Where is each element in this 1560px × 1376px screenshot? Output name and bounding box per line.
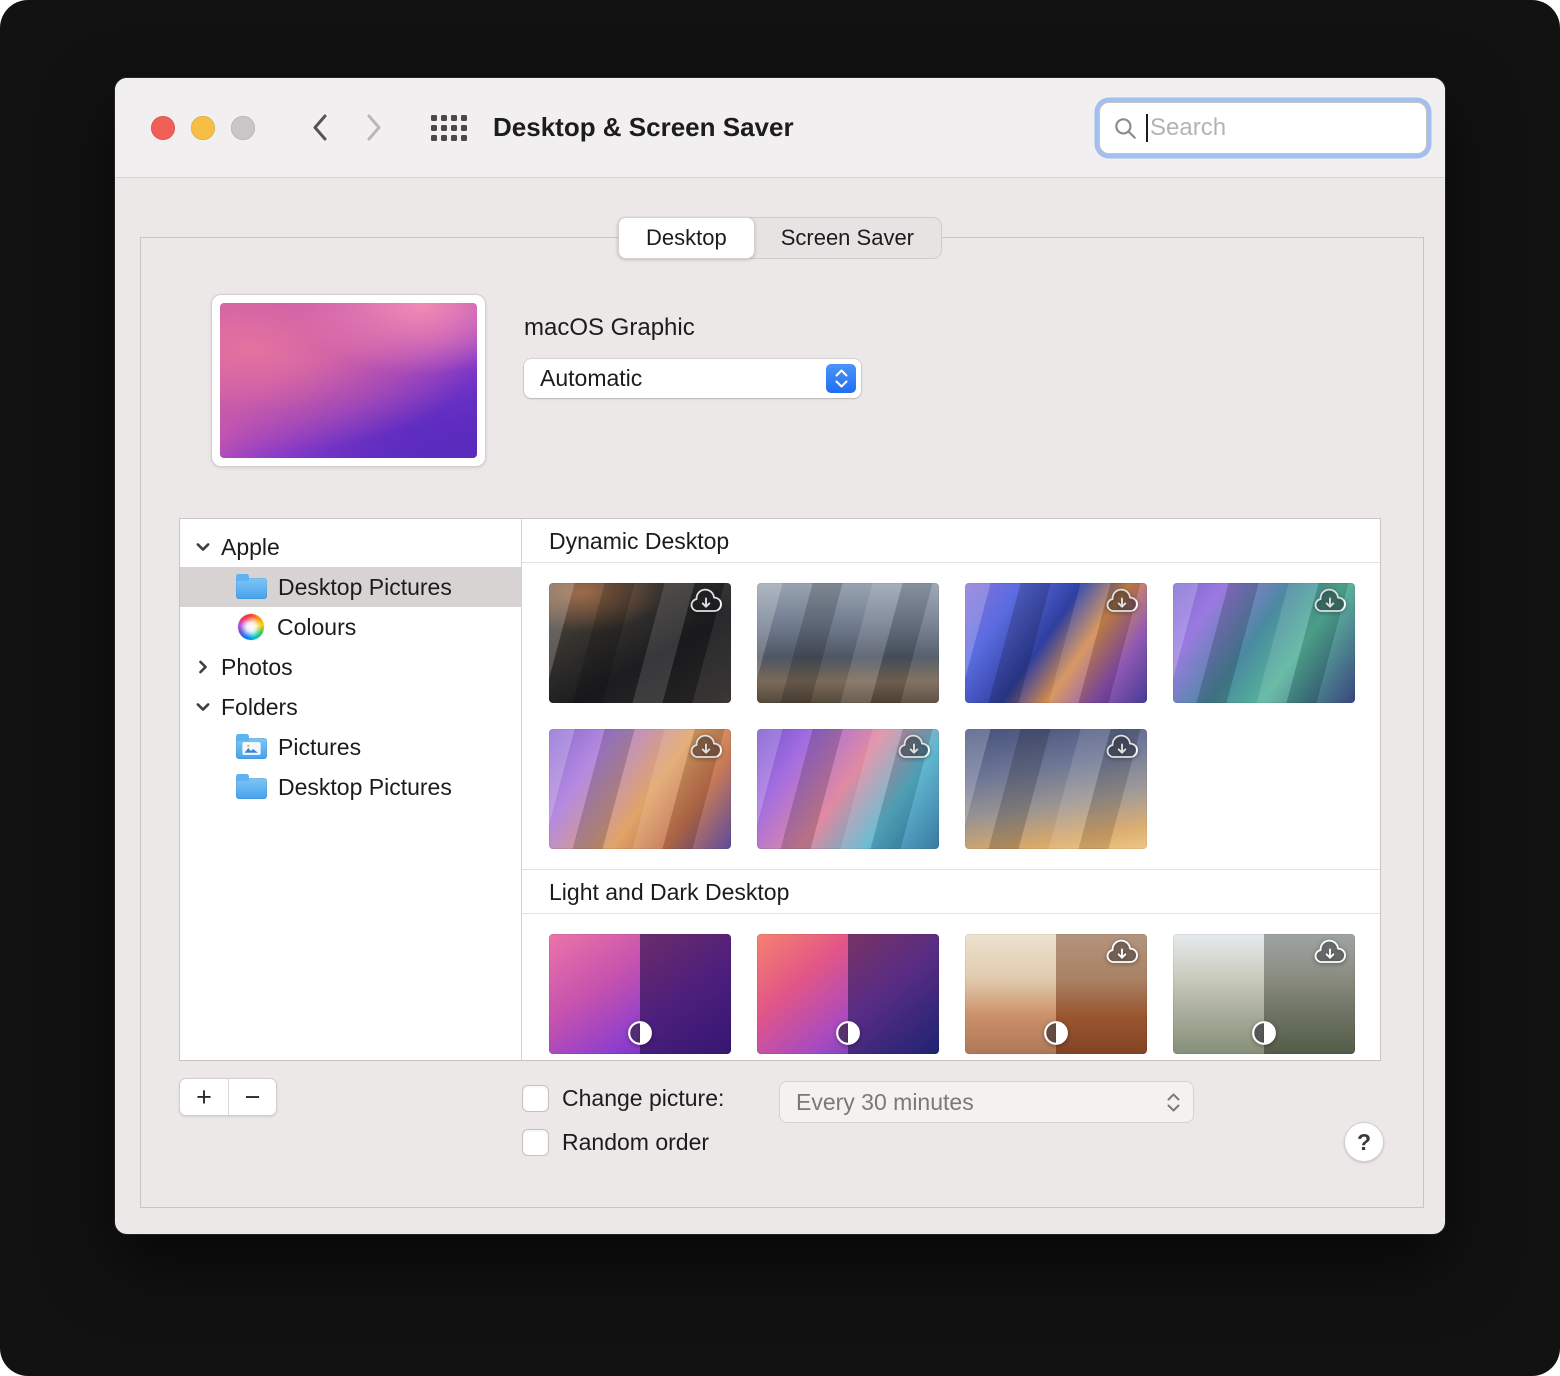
wallpaper-thumbnail-white-desert-rocks[interactable] [965,934,1147,1054]
add-button[interactable]: + [180,1079,228,1115]
section-title: Dynamic Desktop [522,519,1380,563]
add-remove-control: + − [179,1078,277,1116]
download-cloud-icon [1314,939,1346,963]
close-button[interactable] [151,115,175,140]
desktop-background: Desktop & Screen Saver Desktop Screen Sa… [0,0,1560,1376]
change-picture-label: Change picture: [562,1085,725,1111]
sidebar-item-label: Colours [277,613,357,640]
sidebar-group-apple[interactable]: Apple [180,527,521,567]
random-order-row: Random order [522,1129,709,1156]
remove-button[interactable]: − [228,1079,276,1115]
wallpaper-pane: Dynamic Desktop Light and Dark Desktop [522,519,1380,1060]
sidebar-item-label: Desktop Pictures [278,573,452,600]
wallpaper-preview [220,303,477,458]
color-wheel-icon [238,614,264,640]
search-field[interactable] [1099,101,1427,154]
forward-button[interactable] [366,114,383,141]
light-dark-icon [1252,1021,1276,1045]
sidebar-item-desktop-pictures[interactable]: Desktop Pictures [180,767,521,807]
minimize-button[interactable] [191,115,215,140]
tab-desktop[interactable]: Desktop [617,217,755,259]
change-picture-checkbox[interactable] [522,1085,549,1112]
chevron-down-icon[interactable] [194,698,212,716]
select-stepper-icon [1158,1087,1188,1117]
folder-icon [236,574,267,599]
download-cloud-icon [1106,734,1138,758]
system-preferences-window: Desktop & Screen Saver Desktop Screen Sa… [115,78,1445,1234]
zoom-button[interactable] [231,115,255,140]
source-list: Apple Desktop Pictures Colours Photos Folder… [180,519,522,1060]
sidebar-item-pictures[interactable]: Pictures [180,727,521,767]
appearance-select-value: Automatic [540,365,643,391]
wallpaper-thumbnail-graphic-coast-road[interactable] [965,583,1147,703]
interval-select[interactable]: Every 30 minutes [779,1081,1194,1123]
window-controls [151,115,255,140]
chevron-right-icon[interactable] [194,658,212,676]
sidebar-item-colours[interactable]: Colours [180,607,521,647]
select-stepper-icon [826,364,856,393]
wallpaper-thumbnail-graphic-lake[interactable] [1173,583,1355,703]
back-button[interactable] [311,114,328,141]
sidebar-group-folders[interactable]: Folders [180,687,521,727]
wallpaper-thumbnail-dark-rocky-coast[interactable] [549,583,731,703]
sidebar-group-photos[interactable]: Photos [180,647,521,687]
change-picture-row: Change picture: [522,1085,724,1112]
download-cloud-icon [1314,588,1346,612]
light-dark-icon [628,1021,652,1045]
wallpaper-thumbnail-solar-gradient[interactable] [965,729,1147,849]
section-light-and-dark-desktop: Light and Dark Desktop [522,869,1380,1060]
window-content: Desktop Screen Saver macOS Graphic Autom… [115,178,1445,1233]
desktop-panel: macOS Graphic Automatic Apple Desktop Pic… [140,237,1424,1208]
wallpaper-name: macOS Graphic [524,314,695,341]
tab-bar: Desktop Screen Saver [617,217,943,259]
chevron-left-icon [313,114,327,141]
sidebar-group-label: Apple [221,533,280,560]
chevron-right-icon [367,114,381,141]
download-cloud-icon [1106,588,1138,612]
wallpaper-thumbnail-island-dusk[interactable] [757,583,939,703]
download-cloud-icon [690,734,722,758]
wallpaper-thumbnail-purple-gradient-waves[interactable] [549,934,731,1054]
show-all-grid-icon[interactable] [431,114,467,141]
help-button[interactable]: ? [1344,1122,1384,1162]
window-title: Desktop & Screen Saver [493,112,794,142]
search-icon [1115,117,1136,139]
wallpaper-thumbnail-red-blue-waves[interactable] [757,934,939,1054]
section-dynamic-desktop: Dynamic Desktop [522,519,1380,869]
wallpaper-thumbnail-graphic-desert[interactable] [549,729,731,849]
chevron-down-icon[interactable] [194,538,212,556]
thumbnail-grid [522,914,1380,1060]
download-cloud-icon [690,588,722,612]
random-order-label: Random order [562,1129,710,1155]
wallpaper-thumbnail-striated-hills[interactable] [1173,934,1355,1054]
download-cloud-icon [1106,939,1138,963]
tab-screen-saver[interactable]: Screen Saver [754,218,941,258]
download-cloud-icon [898,734,930,758]
light-dark-icon [836,1021,860,1045]
sidebar-group-label: Photos [221,653,293,680]
wallpaper-browser: Apple Desktop Pictures Colours Photos Folder… [179,518,1381,1061]
appearance-select[interactable]: Automatic [524,359,861,398]
section-title: Light and Dark Desktop [522,870,1380,914]
light-dark-icon [1044,1021,1068,1045]
sidebar-group-label: Folders [221,693,298,720]
wallpaper-thumbnail-graphic-beach[interactable] [757,729,939,849]
interval-select-value: Every 30 minutes [796,1088,974,1115]
nav-buttons [311,114,383,141]
pictures-folder-icon [236,734,267,759]
search-input[interactable] [1148,113,1416,142]
sidebar-item-label: Desktop Pictures [278,773,452,800]
wallpaper-preview-frame [211,294,486,467]
thumbnail-grid [522,563,1380,869]
sidebar-item-desktop-pictures[interactable]: Desktop Pictures [180,567,521,607]
titlebar: Desktop & Screen Saver [115,78,1445,178]
sidebar-item-label: Pictures [278,733,362,760]
folder-icon [236,774,267,799]
random-order-checkbox[interactable] [522,1129,549,1156]
